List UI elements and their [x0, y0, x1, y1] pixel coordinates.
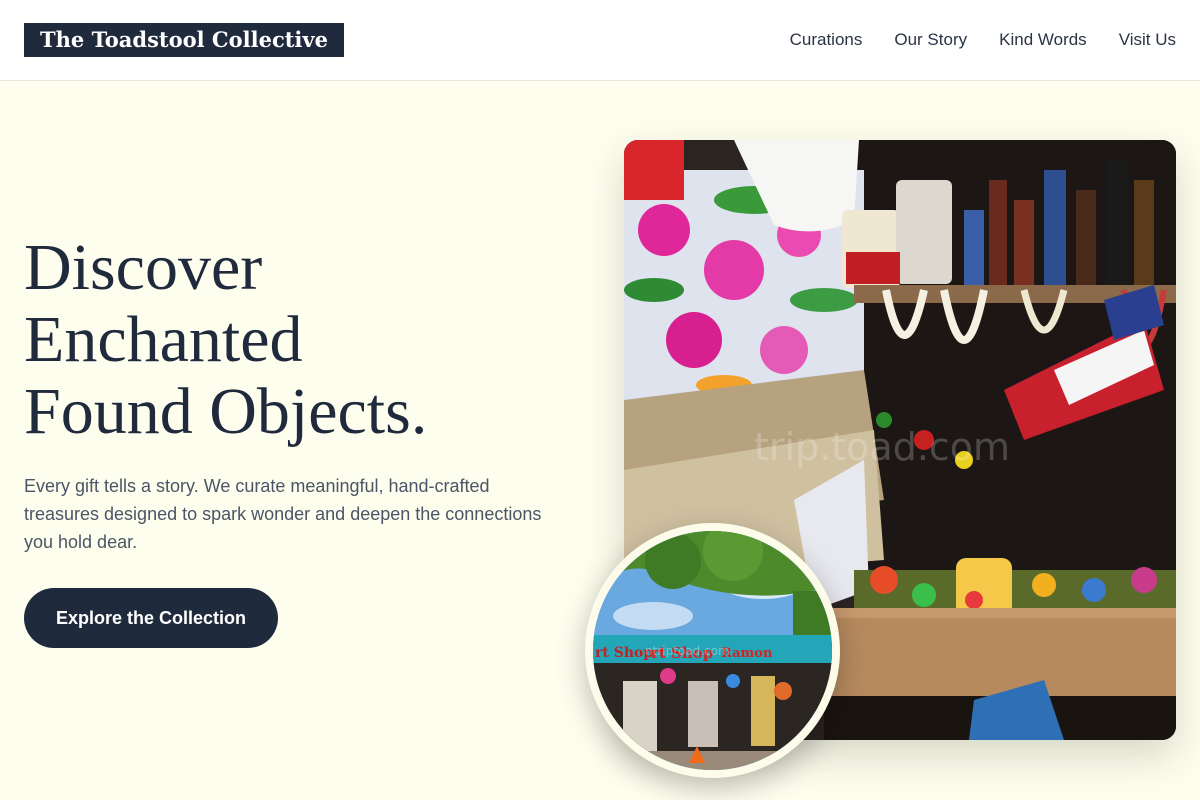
- hero-headline-line: Discover: [24, 231, 263, 304]
- nav-link-our-story[interactable]: Our Story: [894, 30, 967, 50]
- main-nav: Curations Our Story Kind Words Visit Us: [790, 0, 1176, 80]
- site-logo[interactable]: The Toadstool Collective: [24, 23, 344, 57]
- site-header: The Toadstool Collective Curations Our S…: [0, 0, 1200, 81]
- explore-collection-button[interactable]: Explore the Collection: [24, 588, 278, 648]
- main-photo-watermark: trip.toad.com: [754, 425, 1010, 469]
- inset-photo-watermark: ntriptoad.com: [645, 644, 730, 658]
- nav-link-visit-us[interactable]: Visit Us: [1119, 30, 1176, 50]
- hero-subtext: Every gift tells a story. We curate mean…: [24, 476, 542, 552]
- hero-headline-line: Enchanted: [24, 303, 303, 376]
- gift-shop-storefront-photo: rt Shop rt Shop Ramon ntriptoad.com: [585, 523, 840, 778]
- nav-link-curations[interactable]: Curations: [790, 30, 863, 50]
- hero-headline-line: Found Objects.: [24, 375, 428, 448]
- hero-headline: Discover Enchanted Found Objects.: [24, 232, 564, 448]
- nav-link-kind-words[interactable]: Kind Words: [999, 30, 1087, 50]
